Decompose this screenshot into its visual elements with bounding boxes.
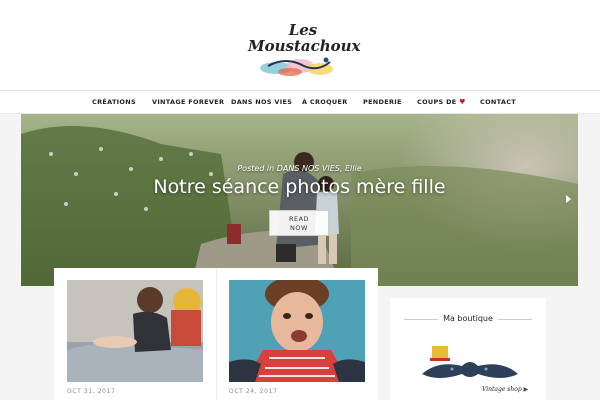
post-date: OCT 24, 2017 [229, 388, 278, 395]
posts-grid: OCT 31, 2017 OCT 24, 2017 [54, 268, 378, 400]
nav-item-coups-de[interactable]: COUPS DE ♥ [417, 98, 466, 106]
logo-text: Les Moustachoux [248, 21, 361, 55]
shop-link[interactable]: Vintage shop ▶ [482, 386, 528, 393]
hero-photo [21, 114, 578, 286]
hero-title[interactable]: Notre séance photos mère fille [21, 176, 578, 198]
featured-slider[interactable]: Posted in DANS NOS VIES, Ellie Notre séa… [21, 114, 578, 286]
hero-author-link[interactable]: Ellie [345, 164, 362, 173]
hero-post-meta: Posted in DANS NOS VIES, Ellie [21, 164, 578, 173]
nav-item-creations[interactable]: CRÉATIONS [92, 98, 136, 106]
post-thumbnail[interactable] [67, 280, 203, 382]
posted-in-label: Posted in [237, 164, 275, 173]
nav-item-penderie[interactable]: PENDERIE [363, 98, 402, 106]
nav-item-coups-de-label: COUPS DE [417, 98, 457, 106]
site-logo[interactable]: Les Moustachoux [248, 21, 361, 80]
read-now-button[interactable]: READ NOW [269, 210, 329, 236]
site-header: Les Moustachoux [0, 0, 600, 90]
posts-divider [216, 268, 217, 400]
nav-item-a-croquer[interactable]: À CROQUER [302, 98, 348, 106]
main-navigation: CRÉATIONS VINTAGE FOREVER DANS NOS VIES … [0, 90, 600, 114]
post-card: OCT 31, 2017 [67, 280, 203, 395]
meta-separator: , [339, 164, 343, 173]
heart-icon: ♥ [459, 98, 466, 106]
chevron-right-icon[interactable] [566, 195, 571, 203]
read-now-line1: READ [288, 215, 310, 223]
title-divider [498, 319, 532, 320]
arrow-right-icon: ▶ [523, 386, 529, 393]
shop-label: Vintage shop [482, 386, 522, 393]
nav-item-dans-nos-vies[interactable]: DANS NOS VIES [231, 98, 292, 106]
nav-item-contact[interactable]: CONTACT [480, 98, 516, 106]
read-now-line2: NOW [290, 224, 308, 232]
hero-category-link[interactable]: DANS NOS VIES [277, 164, 340, 173]
logo-watercolor-art [260, 57, 333, 76]
post-date: OCT 31, 2017 [67, 388, 116, 395]
post-thumbnail[interactable] [229, 280, 365, 382]
sidebar-widget-shop: Ma boutique Vintage shop ▶ [390, 298, 546, 400]
nav-item-vintage-forever[interactable]: VINTAGE FOREVER [152, 98, 224, 106]
post-card: OCT 24, 2017 [229, 280, 365, 395]
